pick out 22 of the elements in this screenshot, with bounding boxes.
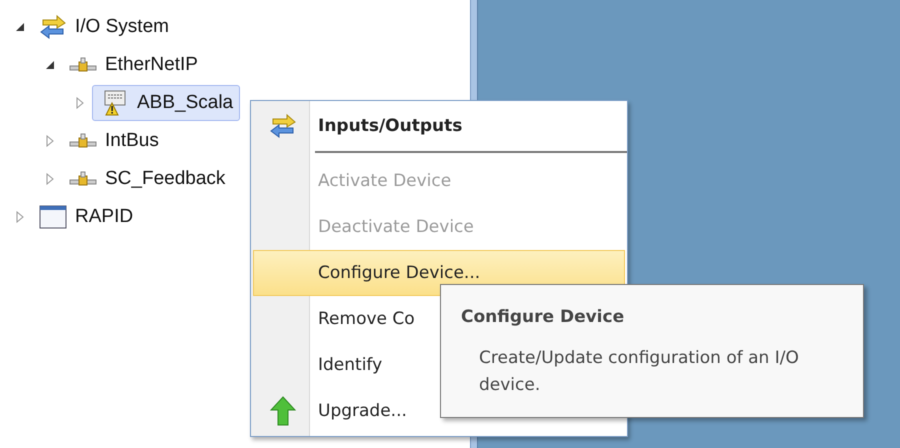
tree-item[interactable]: I/O System: [32, 10, 176, 44]
collapsed-arrow-icon[interactable]: [44, 173, 56, 185]
tooltip-text: Create/Update configuration of an I/O device.: [478, 347, 800, 397]
collapsed-arrow-icon[interactable]: [74, 97, 86, 109]
tree-item[interactable]: SC_Feedback: [62, 164, 232, 194]
window-icon: [39, 205, 67, 229]
connector-icon: [69, 171, 97, 187]
expanded-arrow-icon[interactable]: [44, 59, 56, 71]
up-arrow-icon: [270, 396, 296, 426]
tooltip-title: Configure Device: [461, 307, 626, 327]
arrows-icon: [269, 113, 297, 139]
tree-item[interactable]: IntBus: [62, 126, 166, 156]
tree-item[interactable]: EtherNetIP: [62, 50, 205, 80]
collapsed-arrow-icon[interactable]: [14, 211, 26, 223]
connector-icon: [69, 57, 97, 73]
expanded-arrow-icon[interactable]: [14, 21, 26, 33]
arrows-icon: [39, 14, 67, 40]
menu-item[interactable]: Inputs/Outputs: [253, 103, 625, 149]
connector-icon: [69, 133, 97, 149]
collapsed-arrow-icon[interactable]: [44, 135, 56, 147]
tree-item[interactable]: ABB_Scala: [92, 85, 240, 121]
tree-item[interactable]: RAPID: [32, 201, 140, 233]
